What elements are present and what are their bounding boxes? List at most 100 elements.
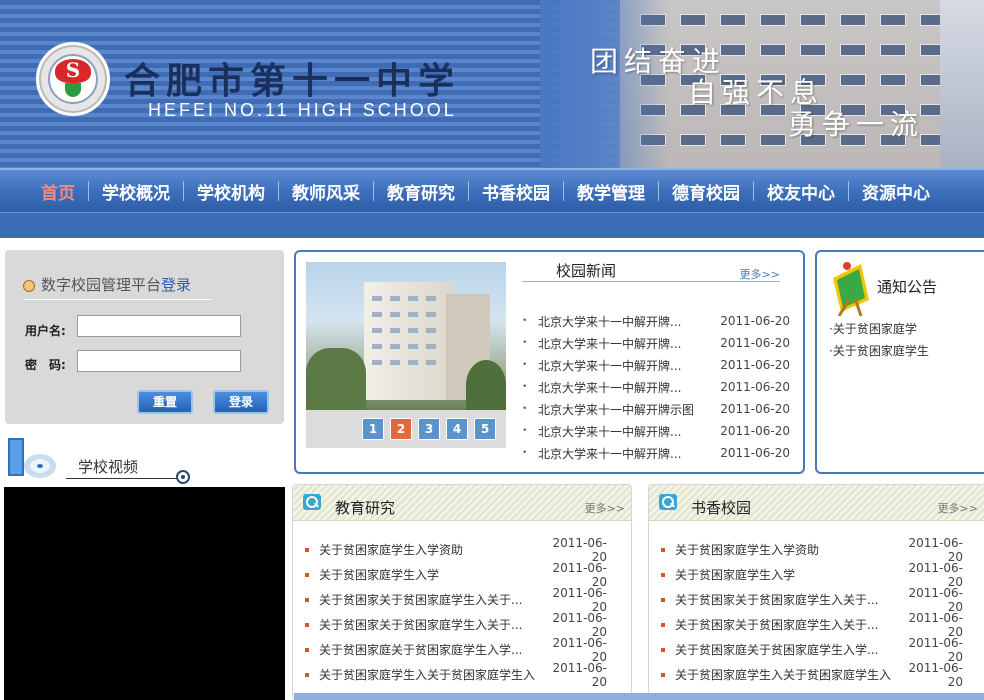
list-item: 关于贫困家庭学生入关于贫困家庭学生入 2011-06-20 (305, 661, 607, 689)
bullet (661, 622, 665, 627)
bullet (305, 572, 309, 577)
notice-title: 通知公告 (877, 278, 938, 296)
list-item: 关于贫困家关于贫困家庭学生入关于... 2011-06-20 (305, 611, 607, 639)
article-date: 2011-06-20 (552, 635, 607, 664)
bullet (305, 597, 309, 602)
notice-link[interactable]: ·关于贫困家庭学生 (829, 342, 929, 364)
username-input[interactable] (77, 315, 241, 337)
news-link[interactable]: 北京大学来十一中解开牌示图 (538, 401, 720, 418)
password-label: 密 码: (25, 358, 66, 372)
login-panel: 数字校园管理平台登录 用户名: 密 码: 重置 登录 (5, 250, 284, 424)
list-item: 关于贫困家关于贫困家庭学生入关于... 2011-06-20 (305, 585, 607, 614)
page: S 合肥市第十一中学 HEFEI NO.11 HIGH SCHOOL 团结奋进 … (0, 0, 984, 700)
pager-button-2[interactable]: 2 (390, 418, 412, 440)
article-date: 2011-06-20 (908, 660, 963, 689)
video-title-rule (66, 478, 180, 479)
news-date: 2011-06-20 (720, 424, 790, 438)
research-panel: 教育研究 更多>> 关于贫困家庭学生入学资助 2011-06-20 关于贫困家庭学… (292, 484, 632, 700)
article-link[interactable]: 关于贫困家关于贫困家庭学生入关于... (675, 616, 899, 633)
pager-button-5[interactable]: 5 (474, 418, 496, 440)
nav-item-teachers[interactable]: 教师风采 (279, 179, 373, 204)
article-link[interactable]: 关于贫困家庭学生入学资助 (319, 541, 543, 558)
login-button[interactable]: 登录 (213, 390, 269, 414)
research-list: 关于贫困家庭学生入学资助 2011-06-20 关于贫困家庭学生入学 2011-06… (305, 535, 607, 689)
article-link[interactable]: 关于贫困家庭学生入关于贫困家庭学生入 (675, 666, 899, 683)
reading-title: 书香校园 (691, 499, 752, 517)
news-date: 2011-06-20 (720, 336, 790, 350)
news-link[interactable]: 北京大学来十一中解开牌... (538, 335, 720, 352)
news-link[interactable]: 北京大学来十一中解开牌... (538, 445, 720, 462)
bullet: • (522, 426, 528, 436)
news-slideshow: 1 2 3 4 5 (306, 262, 506, 448)
research-more-link[interactable]: 更多>> (585, 500, 625, 516)
news-photo[interactable] (306, 262, 506, 410)
article-link[interactable]: 关于贫困家关于贫困家庭学生入关于... (319, 616, 543, 633)
reading-more-link[interactable]: 更多>> (938, 500, 978, 516)
news-date: 2011-06-20 (720, 358, 790, 372)
pager-button-1[interactable]: 1 (362, 418, 384, 440)
nav-item-alumni[interactable]: 校友中心 (754, 179, 848, 204)
article-link[interactable]: 关于贫困家庭学生入学 (319, 566, 543, 583)
video-player[interactable] (4, 487, 285, 700)
login-title-link[interactable]: 登录 (161, 276, 191, 294)
nav-item-reading[interactable]: 书香校园 (469, 179, 563, 204)
more-circle-icon[interactable] (176, 470, 190, 484)
campus-news-header: 校园新闻 更多>> (522, 258, 780, 282)
nav-item-research[interactable]: 教育研究 (374, 179, 468, 204)
username-label: 用户名: (25, 324, 66, 338)
article-date: 2011-06-20 (552, 585, 607, 614)
nav-item-resources[interactable]: 资源中心 (849, 179, 943, 204)
search-icon (303, 494, 321, 510)
list-item: 关于贫困家关于贫困家庭学生入关于... 2011-06-20 (661, 586, 963, 614)
password-input[interactable] (77, 350, 241, 372)
list-item: • 北京大学来十一中解开牌... 2011-06-20 (522, 332, 790, 354)
news-link[interactable]: 北京大学来十一中解开牌... (538, 423, 720, 440)
reading-panel: 书香校园 更多>> 关于贫困家庭学生入学资助 2011-06-20 关于贫困家庭学… (648, 484, 984, 700)
list-item: • 北京大学来十一中解开牌... 2011-06-20 (522, 310, 790, 332)
notice-link-text[interactable]: 关于贫困家庭学 (833, 322, 917, 336)
bullet (661, 647, 665, 652)
list-item: • 北京大学来十一中解开牌... 2011-06-20 (522, 376, 790, 398)
campus-news-box: 1 2 3 4 5 校园新闻 更多>> • 北京大学来十一中解开牌... 2011-… (294, 250, 805, 474)
article-date: 2011-06-20 (552, 535, 607, 564)
bullet: • (522, 316, 528, 326)
bullet (305, 622, 309, 627)
article-link[interactable]: 关于贫困家庭学生入关于贫困家庭学生入 (319, 666, 543, 683)
nav-item-teaching[interactable]: 教学管理 (564, 179, 658, 204)
nav-item-moral[interactable]: 德育校园 (659, 179, 753, 204)
bullet: • (522, 338, 528, 348)
pager-button-4[interactable]: 4 (446, 418, 468, 440)
user-icon (23, 279, 35, 292)
bullet: • (522, 382, 528, 392)
nav-item-overview[interactable]: 学校概况 (89, 179, 183, 204)
campus-news-more-link[interactable]: 更多>> (740, 266, 780, 282)
bullet (661, 672, 665, 677)
article-link[interactable]: 关于贫困家庭学生入学资助 (675, 541, 899, 558)
slideshow-pager: 1 2 3 4 5 (362, 418, 496, 440)
notice-link[interactable]: ·关于贫困家庭学 (829, 320, 929, 342)
easel-icon (833, 262, 869, 316)
article-link[interactable]: 关于贫困家庭学生入学 (675, 566, 899, 583)
school-name: 合肥市第十一中学 (124, 60, 461, 102)
article-link[interactable]: 关于贫困家关于贫困家庭学生入关于... (319, 591, 543, 608)
news-link[interactable]: 北京大学来十一中解开牌... (538, 379, 720, 396)
notice-link-text[interactable]: 关于贫困家庭学生 (833, 344, 929, 358)
news-link[interactable]: 北京大学来十一中解开牌... (538, 313, 720, 330)
banner-fade (540, 0, 670, 168)
reset-button[interactable]: 重置 (137, 390, 193, 414)
article-link[interactable]: 关于贫困家庭关于贫困家庭学生入学... (319, 641, 543, 658)
login-title: 数字校园管理平台登录 (23, 274, 211, 300)
pager-button-3[interactable]: 3 (418, 418, 440, 440)
school-name-en: HEFEI NO.11 HIGH SCHOOL (148, 100, 457, 120)
article-link[interactable]: 关于贫困家庭关于贫困家庭学生入学... (675, 641, 899, 658)
article-link[interactable]: 关于贫困家关于贫困家庭学生入关于... (675, 591, 899, 608)
disc-icon (8, 438, 56, 478)
nav-item-organization[interactable]: 学校机构 (184, 179, 278, 204)
list-item: • 北京大学来十一中解开牌... 2011-06-20 (522, 354, 790, 376)
nav-item-home[interactable]: 首页 (28, 179, 88, 204)
bottom-bar (294, 693, 984, 700)
list-item: • 北京大学来十一中解开牌... 2011-06-20 (522, 420, 790, 442)
news-date: 2011-06-20 (720, 314, 790, 328)
list-item: • 北京大学来十一中解开牌示图 2011-06-20 (522, 398, 790, 420)
news-link[interactable]: 北京大学来十一中解开牌... (538, 357, 720, 374)
